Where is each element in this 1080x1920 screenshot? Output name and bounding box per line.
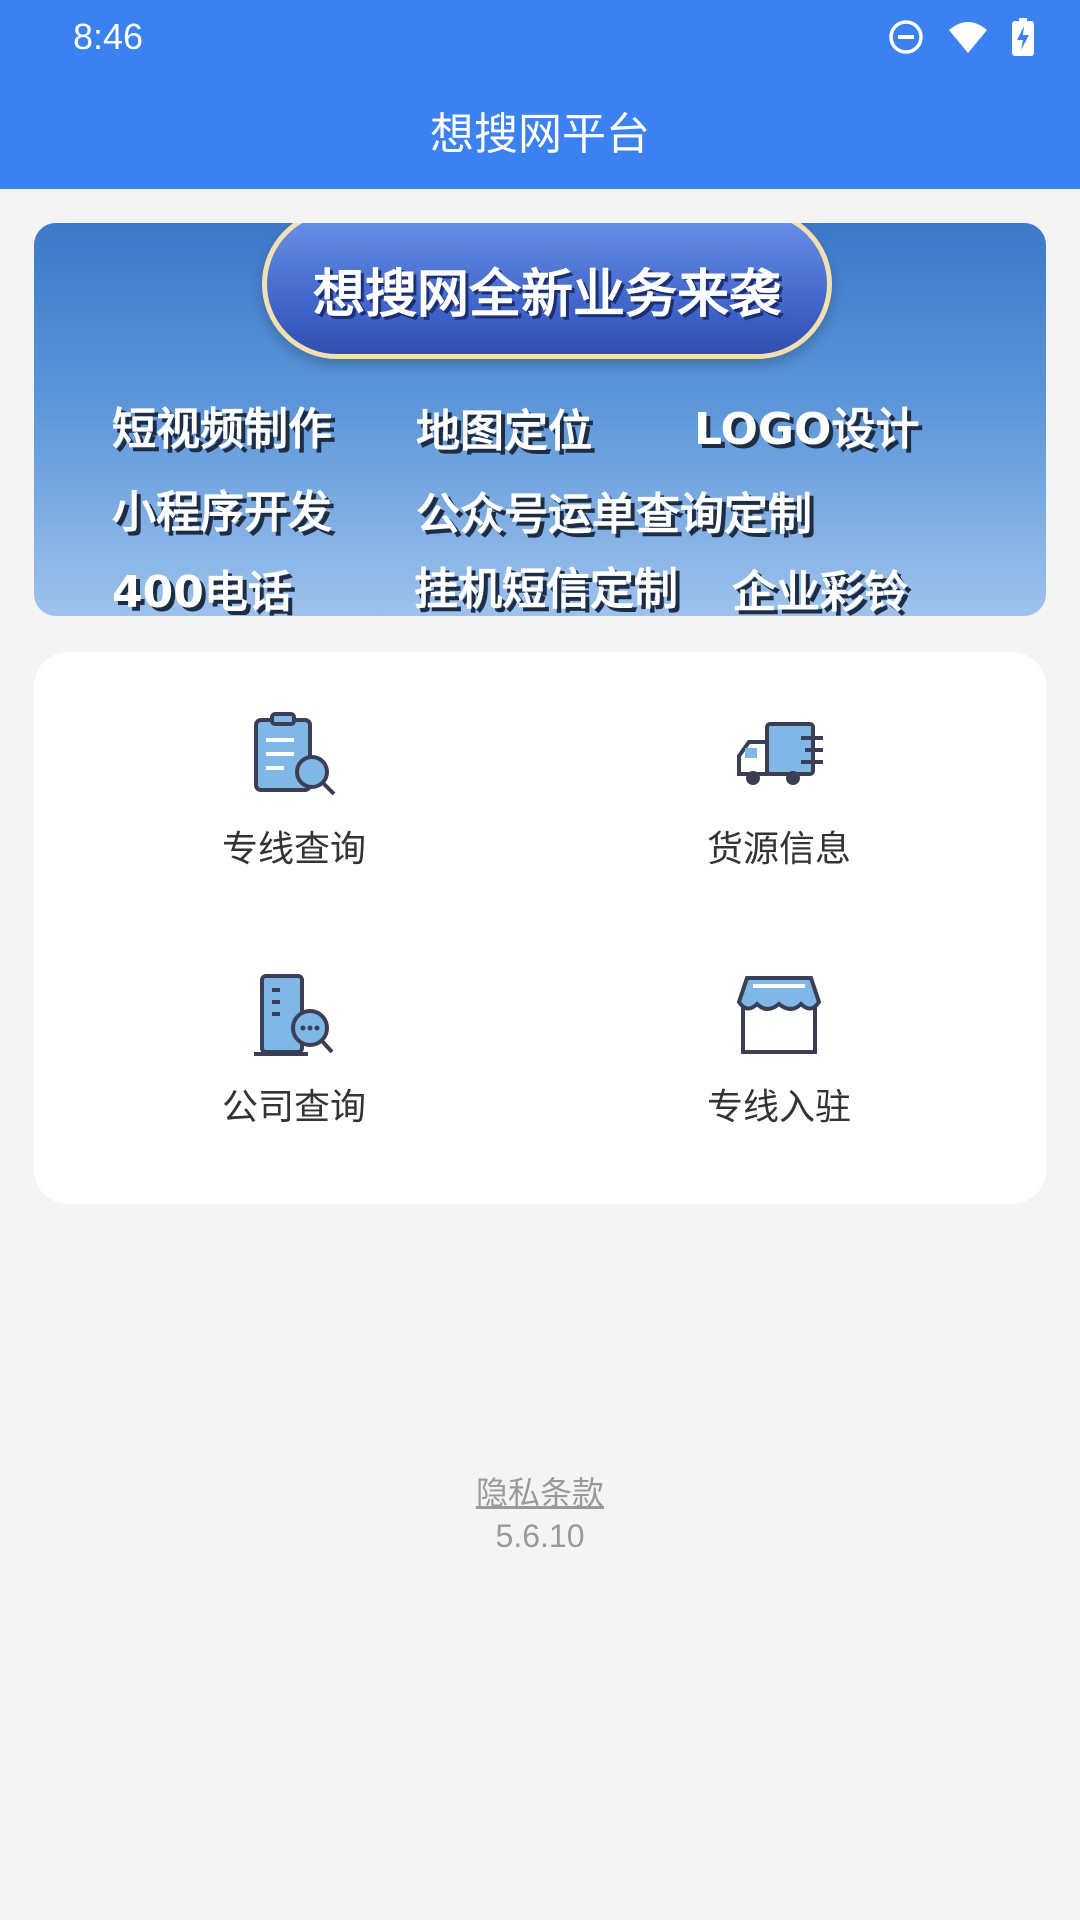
footer: 隐私条款 5.6.10 <box>0 1468 1080 1555</box>
app-header: 8:46 想搜网平台 <box>0 0 1080 189</box>
menu-item-label: 专线入驻 <box>706 1087 851 1128</box>
menu-item-company-query[interactable]: 公司查询 <box>144 968 444 1130</box>
banner-service: LOGO设计 <box>694 404 920 455</box>
wifi-icon <box>949 22 987 53</box>
app-version: 5.6.10 <box>495 1518 585 1554</box>
building-search-icon <box>254 974 334 1056</box>
privacy-policy-link[interactable]: 隐私条款 <box>0 1468 1080 1514</box>
banner-service: 企业彩铃 <box>732 567 908 616</box>
status-icons <box>888 18 1034 56</box>
banner-service: 地图定位 <box>416 406 592 457</box>
banner-service: 400电话 <box>112 567 292 616</box>
banner-service: 短视频制作 <box>112 404 332 455</box>
do-not-disturb-icon <box>889 20 923 54</box>
menu-item-line-join[interactable]: 专线入驻 <box>629 968 929 1130</box>
storefront-icon <box>736 976 822 1054</box>
banner-service: 小程序开发 <box>112 487 332 538</box>
banner-service: 挂机短信定制 <box>414 564 678 615</box>
banner-headline-pill: 想搜网全新业务来袭 <box>262 223 832 359</box>
banner-headline: 想搜网全新业务来袭 <box>312 265 781 325</box>
truck-icon <box>737 722 823 785</box>
function-menu: 专线查询 货源信息 公司查询 专线入驻 <box>34 652 1046 1204</box>
status-time: 8:46 <box>73 16 144 57</box>
battery-charging-icon <box>1012 18 1034 56</box>
banner-service: 公众号运单查询定制 <box>416 489 812 540</box>
menu-item-line-query[interactable]: 专线查询 <box>144 710 444 872</box>
menu-item-label: 公司查询 <box>221 1087 366 1128</box>
menu-item-label: 货源信息 <box>706 829 851 870</box>
menu-item-label: 专线查询 <box>221 829 366 870</box>
clipboard-search-icon <box>254 712 336 796</box>
menu-item-cargo-info[interactable]: 货源信息 <box>629 710 929 872</box>
promo-banner[interactable]: 想搜网全新业务来袭 短视频制作 地图定位 LOGO设计 小程序开发 公众号运单查… <box>34 223 1046 616</box>
page-title: 想搜网平台 <box>430 109 650 160</box>
